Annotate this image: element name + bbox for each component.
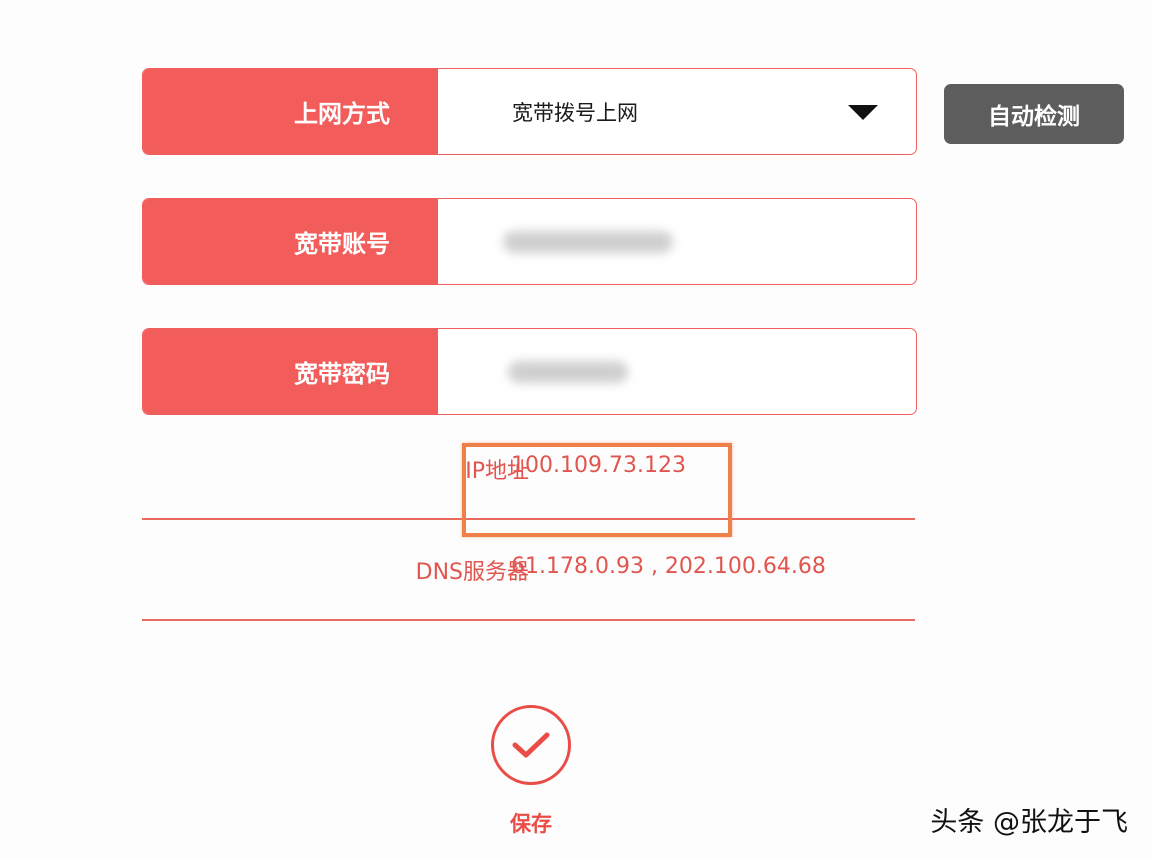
password-label: 宽带密码 xyxy=(143,329,438,414)
redacted-account-value xyxy=(503,230,673,253)
account-row: 宽带账号 xyxy=(142,198,917,285)
dns-value: 61.178.0.93 , 202.100.64.68 xyxy=(511,554,826,579)
chevron-down-icon[interactable] xyxy=(848,104,878,120)
dns-row: DNS服务器 61.178.0.93 , 202.100.64.68 xyxy=(142,520,915,621)
password-input[interactable] xyxy=(438,329,916,414)
password-row: 宽带密码 xyxy=(142,328,917,415)
connection-type-select[interactable]: 宽带拨号上网 xyxy=(438,69,916,154)
save-button[interactable] xyxy=(491,705,571,785)
watermark-text: 头条 @张龙于飞 xyxy=(930,807,1128,838)
connection-type-row: 上网方式 宽带拨号上网 xyxy=(142,68,917,155)
connection-type-value: 宽带拨号上网 xyxy=(512,100,638,125)
account-label: 宽带账号 xyxy=(143,199,438,284)
save-label[interactable]: 保存 xyxy=(491,808,571,838)
connection-type-label: 上网方式 xyxy=(143,69,438,154)
checkmark-icon xyxy=(512,732,550,758)
redacted-password-value xyxy=(508,360,628,383)
auto-detect-button[interactable]: 自动检测 xyxy=(944,84,1124,144)
account-input[interactable] xyxy=(438,199,916,284)
